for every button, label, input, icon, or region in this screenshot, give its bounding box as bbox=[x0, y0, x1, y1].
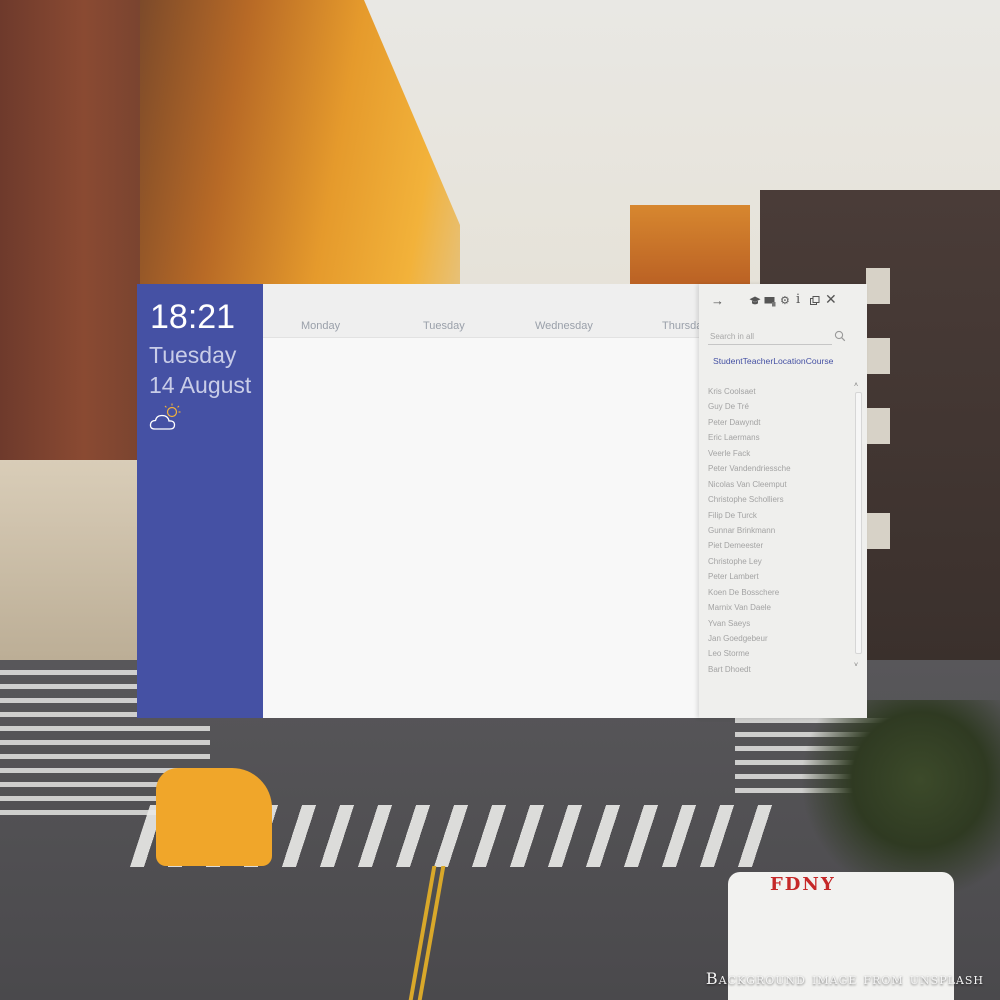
taxi bbox=[156, 768, 272, 866]
ambulance-lettering: FDNY bbox=[770, 874, 836, 895]
list-item[interactable]: Yvan Saeys bbox=[708, 616, 853, 631]
tree bbox=[800, 700, 1000, 900]
scrollbar[interactable]: ˄ ˅ bbox=[853, 382, 862, 674]
list-item[interactable]: Christophe Ley bbox=[708, 554, 853, 569]
list-item[interactable]: Guy De Tré bbox=[708, 399, 853, 414]
list-item[interactable]: Filip De Turck bbox=[708, 508, 853, 523]
filter-course[interactable]: Course bbox=[806, 356, 834, 366]
gear-icon[interactable]: ⚙ bbox=[780, 294, 790, 308]
list-item[interactable]: Peter Dawyndt bbox=[708, 415, 853, 430]
week-calendar: Monday Tuesday Wednesday Thursday bbox=[263, 284, 699, 718]
graduation-cap-icon[interactable] bbox=[749, 295, 761, 307]
building-base-left bbox=[0, 460, 140, 660]
partly-cloudy-icon bbox=[149, 403, 181, 430]
arrow-right-icon[interactable]: → bbox=[711, 294, 724, 308]
list-item[interactable]: Bart Dhoedt bbox=[708, 662, 853, 677]
filter-student[interactable]: Student bbox=[713, 356, 743, 366]
filter-location[interactable]: Location bbox=[773, 356, 806, 366]
list-item[interactable]: Marnix Van Daele bbox=[708, 600, 853, 615]
list-item[interactable]: Eric Laermans bbox=[708, 430, 853, 445]
list-item[interactable]: Jan Goedgebeur bbox=[708, 631, 853, 646]
calendar-header: Monday Tuesday Wednesday Thursday bbox=[263, 284, 699, 338]
close-icon[interactable]: ✕ bbox=[825, 292, 837, 306]
presentation-icon[interactable] bbox=[764, 296, 776, 307]
background-credit: Background image from unsplash bbox=[705, 969, 984, 988]
day-column-tuesday[interactable]: Tuesday bbox=[423, 320, 465, 332]
list-item[interactable]: Piet Demeester bbox=[708, 538, 853, 553]
scroll-up-arrow[interactable]: ˄ bbox=[854, 382, 858, 390]
app-window: 18:21 Tuesday 14 August Monday Tuesday W… bbox=[137, 284, 867, 718]
info-icon[interactable]: i bbox=[796, 293, 800, 307]
list-item[interactable]: Christophe Scholliers bbox=[708, 492, 853, 507]
list-item[interactable]: Koen De Bosschere bbox=[708, 585, 853, 600]
list-item[interactable]: Veerle Fack bbox=[708, 446, 853, 461]
filter-teacher[interactable]: Teacher bbox=[743, 356, 774, 366]
clock-date: 14 August bbox=[149, 372, 252, 398]
scrollbar-thumb[interactable] bbox=[855, 392, 862, 654]
search-filter-tabs: StudentTeacherLocationCourse bbox=[713, 356, 833, 366]
day-column-monday[interactable]: Monday bbox=[301, 320, 340, 332]
search-icon[interactable] bbox=[834, 330, 846, 342]
day-column-wednesday[interactable]: Wednesday bbox=[535, 320, 593, 332]
search-results-list: Kris Coolsaet Guy De Tré Peter Dawyndt Eric… bbox=[708, 384, 853, 677]
day-column-thursday[interactable]: Thursday bbox=[662, 320, 699, 332]
list-item[interactable]: Nicolas Van Cleemput bbox=[708, 477, 853, 492]
search-sidebar: → ⚙ i ✕ StudentTeacherLocationCourse Kri… bbox=[699, 284, 867, 718]
clock-time: 18:21 bbox=[150, 298, 236, 336]
list-item[interactable]: Leo Storme bbox=[708, 646, 853, 661]
window-icon[interactable] bbox=[810, 296, 820, 306]
list-item[interactable]: Peter Vandendriessche bbox=[708, 461, 853, 476]
list-item[interactable]: Gunnar Brinkmann bbox=[708, 523, 853, 538]
building-windows bbox=[866, 268, 890, 304]
scroll-down-arrow[interactable]: ˅ bbox=[854, 662, 858, 670]
search-input[interactable] bbox=[708, 328, 832, 345]
list-item[interactable]: Kris Coolsaet bbox=[708, 384, 853, 399]
list-item[interactable]: Peter Lambert bbox=[708, 569, 853, 584]
clock-panel: 18:21 Tuesday 14 August bbox=[137, 284, 263, 718]
clock-day: Tuesday bbox=[149, 342, 237, 368]
